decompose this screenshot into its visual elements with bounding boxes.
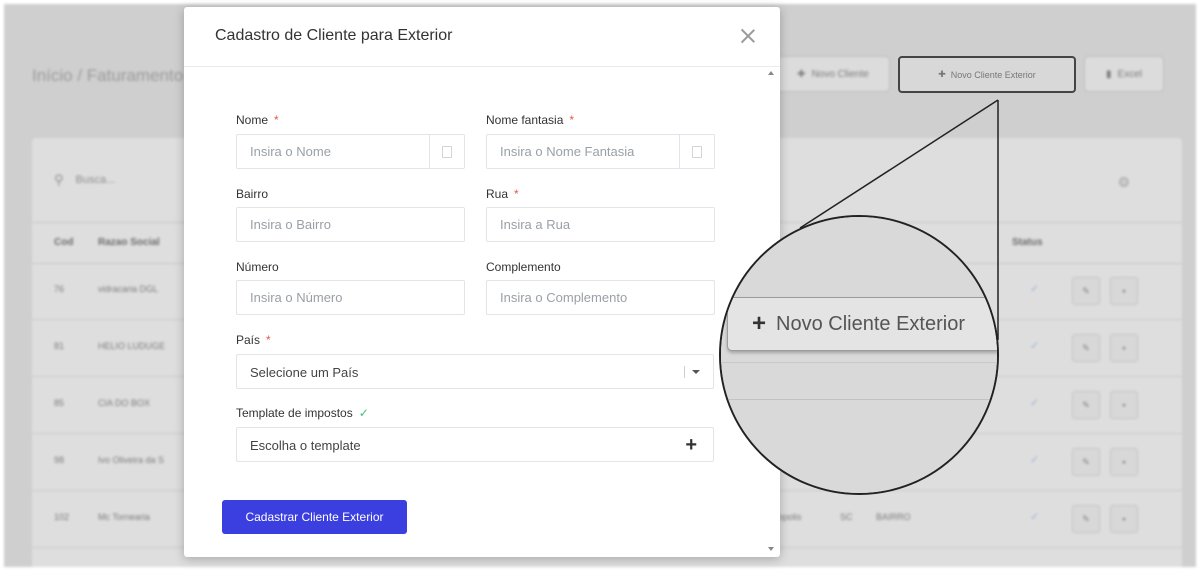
- zoom-divider: [721, 362, 997, 363]
- zoom-magnifier: + Novo Cliente Exterior: [719, 215, 999, 495]
- zoomed-new-foreign-client-button[interactable]: + Novo Cliente Exterior: [727, 297, 997, 351]
- zoom-background: [721, 217, 997, 493]
- zoomed-button-label: Novo Cliente Exterior: [776, 312, 965, 335]
- plus-icon: +: [752, 310, 767, 337]
- zoom-divider: [721, 399, 997, 400]
- callout-line-left: [799, 99, 999, 229]
- zoom-callout-lines: [799, 99, 999, 340]
